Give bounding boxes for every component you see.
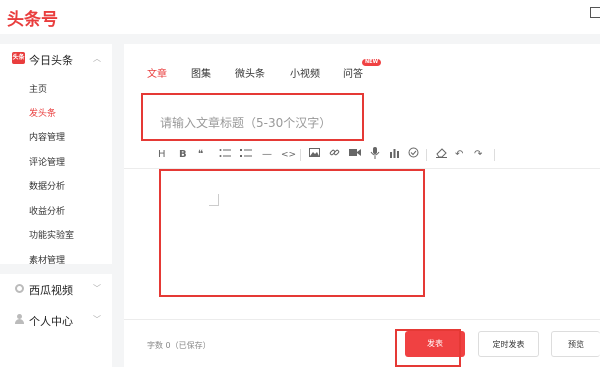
new-badge: NEW — [362, 59, 382, 66]
sidebar-group-title: 西瓜视频 — [29, 284, 73, 297]
toolbar-divider — [426, 149, 427, 161]
top-bar: 头条号 — [0, 0, 600, 34]
horizontal-rule-icon[interactable]: — — [262, 147, 272, 163]
chart-icon[interactable] — [389, 147, 400, 164]
tab-qa[interactable]: 问答 — [343, 65, 363, 80]
image-icon[interactable] — [309, 147, 320, 164]
quote-icon[interactable]: ❝ — [198, 147, 203, 163]
tab-short-video[interactable]: 小视频 — [290, 65, 320, 80]
message-icon[interactable] — [590, 7, 600, 18]
footer-divider — [124, 319, 600, 320]
redo-icon[interactable]: ↷ — [474, 147, 482, 163]
title-highlight-box — [141, 93, 364, 141]
tab-micro-post[interactable]: 微头条 — [235, 65, 265, 80]
video-icon[interactable] — [349, 147, 361, 164]
link-icon[interactable] — [329, 147, 340, 164]
sidebar-secondary: 西瓜视频 ﹀ 个人中心 ﹀ — [0, 274, 112, 367]
unordered-list-icon[interactable] — [219, 147, 231, 165]
sidebar-item-post[interactable]: 发头条 — [29, 106, 56, 119]
code-icon[interactable]: <> — [281, 147, 296, 163]
sidebar-group-toutiao[interactable]: 头条 今日头条 ︿ — [0, 44, 112, 74]
bold-icon[interactable]: B — [179, 147, 187, 163]
publish-highlight-box — [395, 329, 461, 367]
article-body-editor[interactable] — [159, 169, 425, 297]
ordered-list-icon[interactable] — [240, 147, 252, 165]
sidebar-group-title: 今日头条 — [29, 54, 73, 67]
word-count: 字数 0（已保存） — [147, 341, 211, 350]
schedule-publish-button[interactable]: 定时发表 — [478, 331, 539, 357]
sidebar-group-title: 个人中心 — [29, 315, 73, 328]
editor-toolbar: H B ❝ — <> ↶ ↷ — [158, 147, 598, 163]
sidebar-item-content[interactable]: 内容管理 — [29, 130, 65, 143]
sidebar-item-comments[interactable]: 评论管理 — [29, 155, 65, 168]
preview-button[interactable]: 预览 — [551, 331, 600, 357]
user-icon — [15, 314, 24, 324]
chevron-down-icon[interactable]: ﹀ — [93, 283, 101, 294]
sidebar-item-materials[interactable]: 素材管理 — [29, 253, 65, 266]
undo-icon[interactable]: ↶ — [455, 147, 463, 163]
tab-gallery[interactable]: 图集 — [191, 65, 211, 80]
chevron-down-icon[interactable]: ﹀ — [93, 314, 101, 325]
toolbar-divider — [300, 149, 301, 161]
chevron-up-icon[interactable]: ︿ — [93, 53, 101, 64]
sidebar-item-revenue[interactable]: 收益分析 — [29, 204, 65, 217]
toolbar-divider — [494, 149, 495, 161]
audio-icon[interactable] — [370, 147, 380, 165]
vote-icon[interactable] — [408, 147, 419, 164]
tab-article[interactable]: 文章 — [147, 65, 167, 80]
sidebar: 头条 今日头条 ︿ 主页 发头条 内容管理 评论管理 数据分析 收益分析 功能实… — [0, 44, 112, 266]
editor-panel: 文章 图集 微头条 小视频 问答 NEW H B ❝ — <> — [124, 44, 600, 367]
sidebar-group-xigua[interactable]: 西瓜视频 ﹀ — [0, 274, 112, 304]
xigua-icon — [15, 284, 24, 293]
sidebar-item-home[interactable]: 主页 — [29, 82, 47, 95]
sidebar-group-profile[interactable]: 个人中心 ﹀ — [0, 305, 112, 335]
eraser-icon[interactable] — [436, 147, 447, 164]
heading-icon[interactable]: H — [158, 147, 166, 163]
sidebar-item-lab[interactable]: 功能实验室 — [29, 228, 74, 241]
sidebar-item-data-analysis[interactable]: 数据分析 — [29, 179, 65, 192]
app-logo[interactable]: 头条号 — [7, 5, 58, 30]
toutiao-badge-icon: 头条 — [12, 52, 25, 64]
